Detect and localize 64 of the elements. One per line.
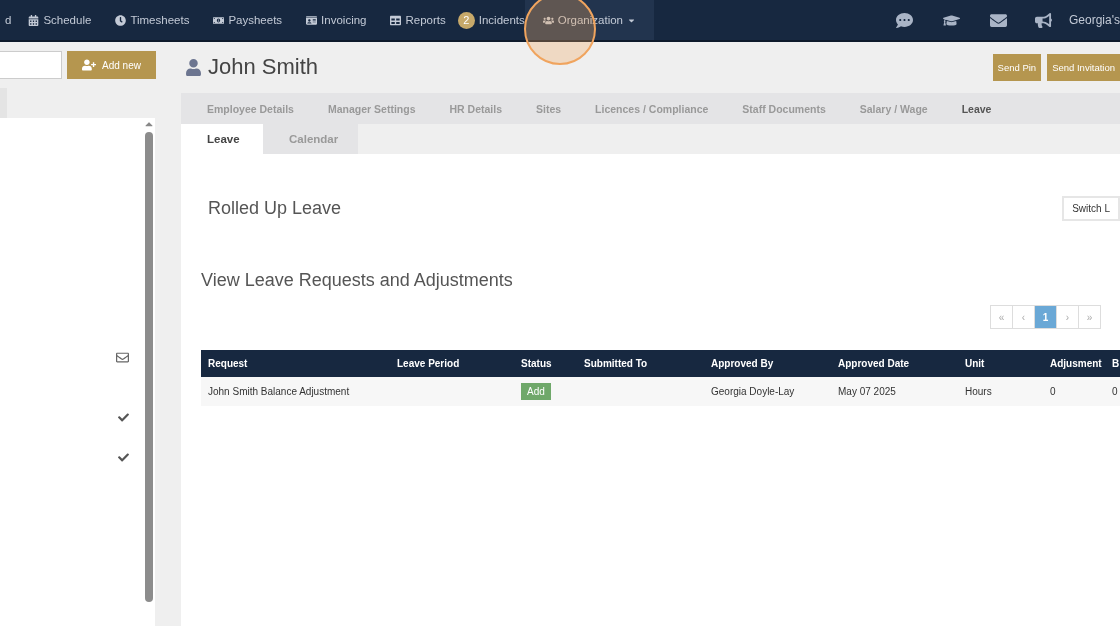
user-plus-icon <box>82 58 97 72</box>
page-button[interactable]: » <box>1078 305 1101 329</box>
check-icon <box>118 411 129 423</box>
tab[interactable]: Manager Settings <box>327 93 416 124</box>
switch-button[interactable]: Switch L <box>1062 196 1120 221</box>
column-header: Status <box>514 350 577 377</box>
nav-item[interactable]: Reports <box>378 0 458 40</box>
column-header: B <box>1105 350 1120 377</box>
nav-item[interactable]: Schedule <box>16 0 104 40</box>
table-cell: 0 <box>1105 377 1120 406</box>
id-card-icon <box>306 14 318 26</box>
table-cell: John Smith Balance Adjustment <box>201 377 390 406</box>
envelope-icon[interactable] <box>990 11 1007 29</box>
tab[interactable]: Employee Details <box>207 93 294 124</box>
column-header: Approved By <box>704 350 831 377</box>
nav-item[interactable]: d <box>0 0 17 40</box>
envelope-icon <box>116 350 129 364</box>
column-header: Request <box>201 350 390 377</box>
clock-icon <box>115 14 127 26</box>
tab[interactable]: Licences / Compliance <box>595 93 709 124</box>
column-header: Leave Period <box>390 350 514 377</box>
search-field[interactable] <box>0 51 62 79</box>
column-header: Approved Date <box>831 350 958 377</box>
status-badge: Add <box>521 383 551 400</box>
nav-item[interactable]: Invoicing <box>294 0 379 40</box>
users-icon <box>542 14 554 26</box>
banknote-icon <box>213 14 225 26</box>
sub-tab[interactable]: Leave <box>181 124 263 154</box>
table-cell: Hours <box>958 377 1043 406</box>
nav-item[interactable]: Timesheets <box>103 0 202 40</box>
scrollbar[interactable] <box>143 118 155 626</box>
megaphone-icon[interactable] <box>1035 11 1052 29</box>
chat-icon[interactable] <box>896 11 913 29</box>
table-cell: May 07 2025 <box>831 377 958 406</box>
count-badge: 2 <box>457 11 475 29</box>
nav-item[interactable]: Paysheets <box>201 0 295 40</box>
check-icon <box>118 451 129 463</box>
page-button[interactable]: 1 <box>1034 305 1057 329</box>
user-menu[interactable]: Georgia's <box>1069 13 1120 27</box>
section-title: View Leave Requests and Adjustments <box>201 270 513 292</box>
section-title: Rolled Up Leave <box>208 198 342 219</box>
tab[interactable]: Sites <box>536 93 562 124</box>
page-button[interactable]: « <box>990 305 1013 329</box>
add-new-button[interactable]: Add new <box>67 51 156 79</box>
calendar-icon <box>28 14 40 26</box>
sidebar-header <box>0 88 7 118</box>
action-button[interactable]: Send Pin <box>992 53 1042 81</box>
nav-item[interactable]: 2 Incidents <box>457 0 525 40</box>
employee-name: John Smith <box>208 54 320 80</box>
page-button[interactable]: › <box>1056 305 1079 329</box>
tab[interactable]: Leave <box>961 93 992 124</box>
table-cell: 0 <box>1043 377 1105 406</box>
table-icon <box>390 14 402 26</box>
column-header: Unit <box>958 350 1043 377</box>
tab[interactable]: HR Details <box>449 93 502 124</box>
table-cell: Georgia Doyle-Lay <box>704 377 831 406</box>
tab[interactable]: Salary / Wage <box>859 93 928 124</box>
column-header: Adjusment <box>1043 350 1105 377</box>
page-button[interactable]: ‹ <box>1012 305 1035 329</box>
sub-tab[interactable]: Calendar <box>263 124 358 154</box>
user-icon <box>185 58 202 76</box>
column-header: Submitted To <box>577 350 704 377</box>
tab[interactable]: Staff Documents <box>742 93 826 124</box>
action-button[interactable]: Send Invitation <box>1047 53 1120 81</box>
